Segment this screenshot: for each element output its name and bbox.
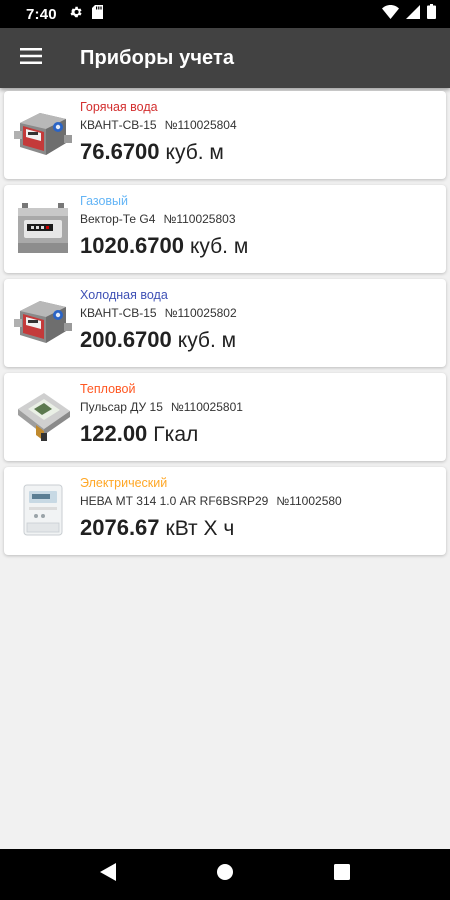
meter-number: №110025803 (163, 212, 236, 226)
navigation-bar (0, 849, 450, 900)
meter-number: №110025801 (170, 400, 243, 414)
meter-card-gas[interactable]: Газовый Вектор-Те G4 №110025803 1020.6700… (4, 185, 446, 273)
heat-meter-icon (14, 389, 72, 443)
electric-meter-icon (14, 483, 72, 537)
meter-number: №110025802 (164, 306, 237, 320)
sd-card-icon (91, 4, 103, 24)
meter-model: КВАНТ-СВ-15 №110025804 (80, 118, 237, 132)
app-bar: Приборы учета (0, 28, 450, 88)
meter-model: НЕВА МТ 314 1.0 AR RF6BSRP29 №11002580 (80, 494, 342, 508)
meter-unit: Гкал (153, 423, 199, 446)
status-time: 7:40 (26, 5, 57, 23)
settings-icon (69, 5, 83, 24)
meter-unit: куб. м (190, 235, 249, 258)
meter-unit: кВт Х ч (165, 517, 235, 540)
menu-button[interactable] (0, 28, 62, 88)
meter-card-cold-water[interactable]: Холодная вода КВАНТ-СВ-15 №110025802 200.… (4, 279, 446, 367)
gas-meter-icon (14, 201, 72, 255)
meter-value: 122.00 (80, 421, 148, 446)
meter-type: Холодная вода (80, 288, 168, 302)
meter-card-hot-water[interactable]: Горячая вода КВАНТ-СВ-15 №110025804 76.67… (4, 91, 446, 179)
meter-unit: куб. м (177, 329, 237, 352)
meter-reading: 2076.67 кВт Х ч (80, 515, 438, 541)
meter-reading: 76.6700 куб. м (80, 139, 438, 165)
meter-value: 1020.6700 (80, 233, 184, 258)
meter-value: 200.6700 (80, 327, 172, 352)
cold-water-meter-icon (14, 295, 72, 349)
back-button[interactable] (100, 863, 116, 886)
meter-number: №11002580 (276, 494, 342, 508)
wifi-icon (382, 4, 399, 24)
meter-card-heat[interactable]: Тепловой Пульсар ДУ 15 №110025801 122.00 Г… (4, 373, 446, 461)
meter-reading: 1020.6700 куб. м (80, 233, 438, 259)
meter-type: Горячая вода (80, 100, 158, 114)
meter-type: Тепловой (80, 382, 136, 396)
hot-water-meter-icon (14, 107, 72, 161)
meter-unit: куб. м (165, 141, 224, 164)
meter-value: 2076.67 (80, 515, 160, 540)
signal-icon (406, 4, 420, 24)
meter-number: №110025804 (164, 118, 237, 132)
meter-type: Электрический (80, 476, 168, 490)
recents-icon (334, 864, 350, 880)
home-button[interactable] (216, 863, 234, 886)
meter-list: Горячая вода КВАНТ-СВ-15 №110025804 76.67… (4, 91, 446, 561)
meter-reading: 200.6700 куб. м (80, 327, 438, 353)
meter-model: КВАНТ-СВ-15 №110025802 (80, 306, 237, 320)
recents-button[interactable] (334, 864, 350, 885)
hamburger-menu-icon (20, 47, 42, 69)
meter-type: Газовый (80, 194, 129, 208)
meter-card-electric[interactable]: Электрический НЕВА МТ 314 1.0 AR RF6BSRP… (4, 467, 446, 555)
status-bar: 7:40 (0, 0, 450, 28)
meter-model: Вектор-Те G4 №110025803 (80, 212, 236, 226)
battery-icon (427, 4, 436, 24)
page-title: Приборы учета (80, 46, 235, 69)
home-icon (217, 864, 233, 880)
meter-value: 76.6700 (80, 139, 160, 164)
meter-reading: 122.00 Гкал (80, 421, 438, 447)
back-icon (100, 863, 116, 881)
meter-model: Пульсар ДУ 15 №110025801 (80, 400, 243, 414)
